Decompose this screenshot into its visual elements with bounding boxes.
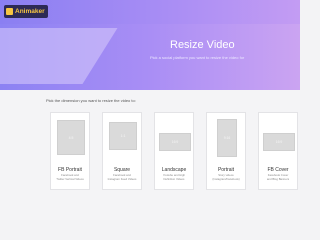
top-bar: Animaker — [0, 0, 300, 24]
preview-landscape: 16:9 — [159, 133, 191, 151]
ratio-label: 1:1 — [120, 134, 126, 138]
card-landscape[interactable]: 16:9 Landscape Youtube and High Definitio… — [154, 112, 194, 190]
card-fb-portrait[interactable]: 4:5 FB Portrait Facebook and Twitter Vert… — [50, 112, 90, 190]
app-logo[interactable]: Animaker — [4, 5, 48, 18]
card-portrait[interactable]: 9:16 Portrait Story videos (Instagram/Fac… — [206, 112, 246, 190]
preview-cover: 16:9 — [263, 133, 295, 151]
card-description: Facebook and Instagram Feed Videos — [107, 173, 137, 181]
card-fb-cover[interactable]: 16:9 FB Cover Facebook Cover and Blog Ban… — [258, 112, 298, 190]
card-square[interactable]: 1:1 Square Facebook and Instagram Feed Vi… — [102, 112, 142, 190]
dimension-panel: Pick the dimension you want to resize th… — [0, 90, 300, 220]
card-description: Facebook and Twitter Vertical Videos — [56, 173, 84, 181]
logo-icon — [6, 8, 13, 15]
ratio-label: 4:5 — [68, 135, 74, 140]
page-title: Resize Video — [170, 39, 235, 51]
preview-story: 9:16 — [217, 119, 237, 157]
ratio-label: 16:9 — [171, 140, 179, 144]
logo-text: Animaker — [15, 8, 45, 15]
card-description: Facebook Cover and Blog Banners — [266, 173, 290, 181]
ratio-label: 9:16 — [223, 136, 231, 140]
card-description: Youtube and High Definition Videos — [162, 173, 186, 181]
hero-decoration — [0, 28, 118, 84]
preview-portrait: 4:5 — [57, 120, 85, 155]
page-subtitle: Pick a social platform you want to resiz… — [150, 55, 245, 60]
hero-banner: Resize Video Pick a social platform you … — [0, 24, 300, 90]
instruction-text: Pick the dimension you want to resize th… — [46, 98, 136, 103]
ratio-label: 16:9 — [275, 140, 283, 144]
preview-square: 1:1 — [109, 122, 137, 150]
card-description: Story videos (Instagram/Facebook) — [212, 173, 240, 181]
